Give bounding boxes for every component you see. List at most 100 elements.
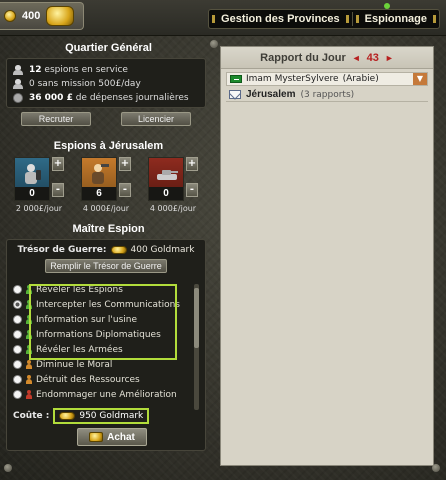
master-spy-box: Trésor de Guerre: 400 Goldmark Remplir l… (6, 239, 206, 451)
agent-green-icon (25, 330, 33, 339)
spy-cost: 2 000£/jour (15, 204, 63, 213)
remove-spy-button[interactable]: - (119, 183, 131, 197)
mission-label: Information sur l'usine (36, 314, 138, 325)
scrollbar-thumb[interactable] (194, 288, 199, 348)
silver-coin-icon (13, 93, 23, 103)
agent-orange-icon (25, 375, 33, 384)
gold-cart-icon (89, 432, 104, 442)
arabia-flag-icon (230, 75, 242, 83)
mission-factory-info[interactable]: Information sur l'usine (13, 312, 193, 327)
mission-label: Diminue le Moral (36, 359, 113, 370)
gold-coins-icon (59, 412, 76, 420)
mission-scrollbar[interactable] (194, 284, 199, 410)
expenses-amount: 36 000 £ (29, 93, 73, 103)
mission-radio[interactable] (13, 360, 22, 369)
prev-report-button[interactable]: ◄ (352, 53, 361, 63)
mission-destroy-resources[interactable]: Détruit des Ressources (13, 372, 193, 387)
mission-damage-upgrade[interactable]: Endommager une Amélioration (13, 387, 193, 402)
fill-treasury-button[interactable]: Remplir le Trésor de Guerre (45, 259, 167, 273)
spy-units: 0 + - 2 000£/jour 6 + - 4 000£/jour 0 + … (6, 157, 206, 213)
envelope-icon (229, 90, 241, 99)
spies-text: espions en service (44, 65, 128, 75)
cost-value: 950 Goldmark (79, 411, 144, 421)
corner-bolt-icon (210, 40, 218, 48)
spy-count: 0 (15, 187, 49, 200)
report-item-name: Imam MysterSylvere (246, 74, 339, 84)
treasury-row: Trésor de Guerre: 400 Goldmark (7, 245, 205, 255)
spies-title: Espions à Jérusalem (53, 140, 164, 152)
mission-lower-morale[interactable]: Diminue le Moral (13, 357, 193, 372)
spy-count: 0 (149, 187, 183, 200)
report-count: 43 (366, 51, 379, 64)
agent-green-icon (25, 300, 33, 309)
expand-icon[interactable]: ▼ (413, 73, 427, 85)
top-navigation: Gestion des Provinces Espionnage (208, 9, 440, 29)
hq-buttons: Recruter Licencier (6, 112, 206, 126)
mission-radio[interactable] (13, 390, 22, 399)
dismiss-button[interactable]: Licencier (121, 112, 191, 126)
remove-spy-button[interactable]: - (186, 183, 198, 197)
mission-diplomatic[interactable]: Informations Diplomatiques (13, 327, 193, 342)
report-panel: Rapport du Jour ◄ 43 ► Imam MysterSylver… (220, 46, 434, 466)
spy-card-blue[interactable]: 0 (14, 157, 50, 201)
add-spy-button[interactable]: + (119, 157, 131, 171)
gold-coin-icon (4, 10, 16, 22)
tab-espionage[interactable]: Espionnage (353, 10, 439, 28)
buy-button[interactable]: Achat (77, 428, 147, 446)
report-item-sub: (3 rapports) (300, 89, 355, 100)
mission-radio[interactable] (13, 375, 22, 384)
agent-green-icon (25, 285, 33, 294)
idle-spies-row: 0 sans mission 500£/day (13, 77, 199, 91)
spies-in-service-row: 12 espions en service (13, 63, 199, 77)
agent-icon (13, 79, 23, 89)
master-spy-title: Maître Espion (72, 223, 145, 235)
agent-green-icon (25, 315, 33, 324)
cost-box: 950 Goldmark (53, 408, 150, 424)
tab-provinces[interactable]: Gestion des Provinces (209, 10, 352, 28)
mission-radio[interactable] (13, 285, 22, 294)
spy-cost: 4 000£/jour (149, 204, 197, 213)
mission-label: Endommager une Amélioration (36, 389, 177, 400)
gold-value: 400 (22, 10, 41, 22)
agent-red-icon (25, 390, 33, 399)
gold-pile-icon[interactable] (46, 6, 75, 26)
spy-cost: 4 000£/jour (82, 204, 130, 213)
cost-row: Coûte : 950 Goldmark (13, 408, 150, 424)
mission-radio-selected[interactable] (13, 300, 22, 309)
phone-spy-icon (25, 164, 41, 184)
agents-icon (13, 65, 23, 75)
mission-radio[interactable] (13, 330, 22, 339)
mission-intercept[interactable]: Intercepter les Communications (13, 297, 193, 312)
mission-reveal-armies[interactable]: Révéler les Armées (13, 342, 193, 357)
mission-radio[interactable] (13, 315, 22, 324)
next-report-button[interactable]: ► (385, 53, 394, 63)
mission-list: Révéler les Espions Intercepter les Comm… (13, 282, 193, 402)
mission-label: Révéler les Armées (36, 344, 123, 355)
report-item-name: Jérusalem (246, 89, 296, 100)
idle-count: 0 (29, 79, 35, 89)
treasury-value: 400 Goldmark (130, 245, 195, 255)
mission-label: Détruit des Ressources (36, 374, 140, 385)
spy-unit-3: 0 + - 4 000£/jour (142, 157, 204, 213)
remove-spy-button[interactable]: - (52, 183, 64, 197)
spy-card-red[interactable]: 0 (148, 157, 184, 201)
add-spy-button[interactable]: + (52, 157, 64, 171)
saboteur-icon (92, 164, 109, 184)
spy-count: 6 (82, 187, 116, 200)
add-spy-button[interactable]: + (186, 157, 198, 171)
hq-stats-box: 12 espions en service 0 sans mission 500… (6, 58, 206, 108)
hq-title: Quartier Général (65, 42, 152, 54)
mission-reveal-spies[interactable]: Révéler les Espions (13, 282, 193, 297)
tank-icon (157, 170, 178, 180)
mission-radio[interactable] (13, 345, 22, 354)
agent-green-icon (25, 345, 33, 354)
mission-label: Intercepter les Communications (36, 299, 180, 310)
gold-coins-icon (110, 246, 127, 254)
report-item-jerusalem[interactable]: Jérusalem (3 rapports) (226, 88, 428, 102)
spy-card-orange[interactable]: 6 (81, 157, 117, 201)
cost-label: Coûte : (13, 411, 50, 421)
report-item-imam[interactable]: Imam MysterSylvere (Arabie) ▼ (226, 72, 428, 86)
report-title: Rapport du Jour (260, 51, 346, 64)
report-item-sub: (Arabie) (342, 74, 379, 84)
recruit-button[interactable]: Recruter (21, 112, 91, 126)
